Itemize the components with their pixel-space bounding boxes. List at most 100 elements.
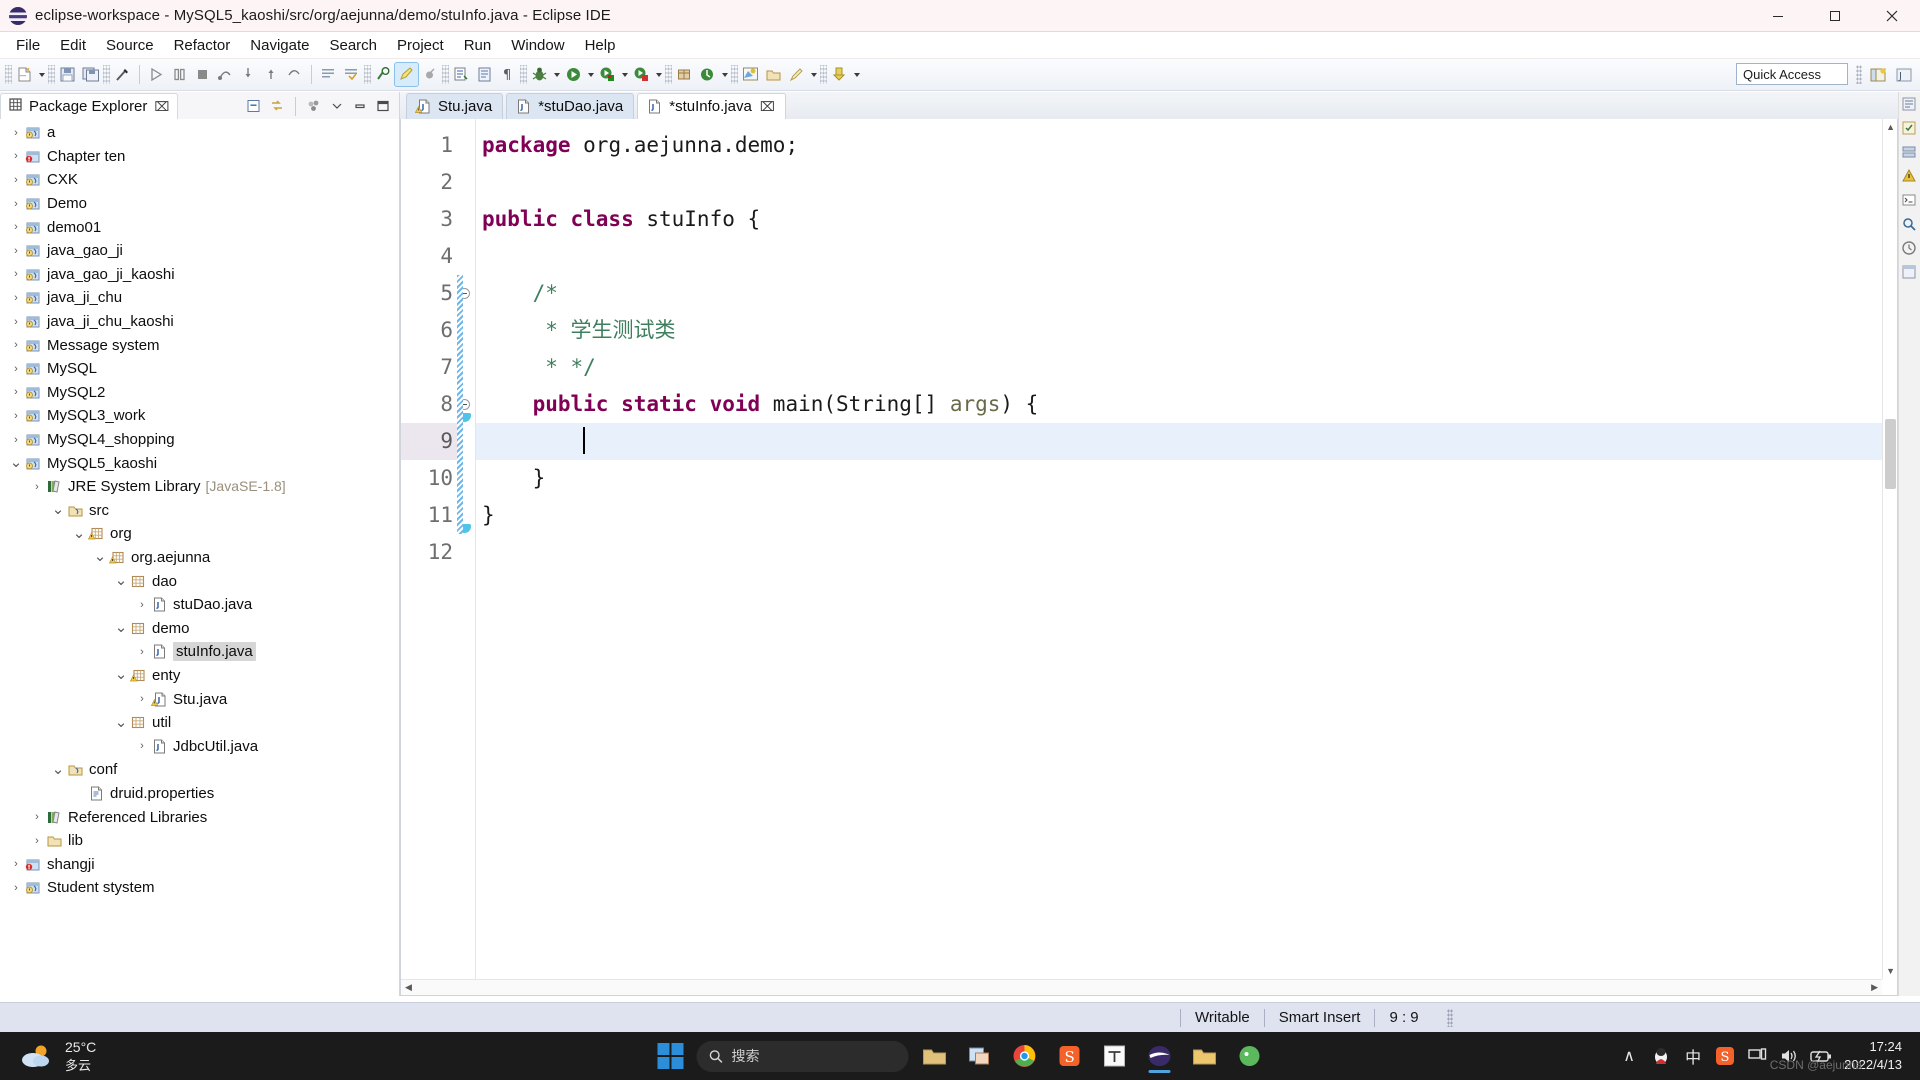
run-configurations-dropdown[interactable]: [619, 63, 630, 86]
open-resource-button[interactable]: [762, 63, 785, 86]
chevron-down-icon[interactable]: ⌄: [50, 502, 66, 517]
debug-dropdown[interactable]: [551, 63, 562, 86]
tree-item-src[interactable]: ⌄ src: [0, 499, 399, 523]
quick-access-input[interactable]: Quick Access: [1736, 63, 1848, 85]
folding-cell[interactable]: [457, 127, 475, 164]
close-icon[interactable]: ⌧: [760, 99, 775, 115]
servers-view-icon[interactable]: [1901, 144, 1919, 162]
tree-item-message-system[interactable]: › Message system: [0, 333, 399, 357]
tree-item-mysql3-work[interactable]: › MySQL3_work: [0, 404, 399, 428]
ime-indicator[interactable]: 中: [1678, 1041, 1708, 1071]
download-button[interactable]: [828, 63, 851, 86]
chevron-right-icon[interactable]: ›: [134, 599, 150, 611]
save-button[interactable]: [56, 63, 79, 86]
chevron-right-icon[interactable]: ›: [8, 127, 24, 139]
tree-item-org[interactable]: ⌄ org: [0, 522, 399, 546]
tree-item-referenced-libraries[interactable]: › Referenced Libraries: [0, 805, 399, 829]
quick-fix-button[interactable]: [111, 63, 134, 86]
chevron-right-icon[interactable]: ›: [8, 292, 24, 304]
console-view-icon[interactable]: [1901, 192, 1919, 210]
chevron-right-icon[interactable]: ›: [134, 646, 150, 658]
tree-item-demo[interactable]: › Demo: [0, 192, 399, 216]
editor-tab-studao-java[interactable]: *stuDao.java: [506, 93, 635, 119]
history-view-icon[interactable]: [1901, 240, 1919, 258]
open-perspective-button[interactable]: [739, 63, 762, 86]
folding-cell[interactable]: [457, 164, 475, 201]
open-type-button[interactable]: [317, 63, 340, 86]
search-button[interactable]: [372, 63, 395, 86]
editor-tab-stuinfo-java[interactable]: *stuInfo.java ⌧: [637, 93, 786, 119]
new-wizard-button[interactable]: [13, 63, 36, 86]
maximize-button[interactable]: [1806, 0, 1863, 32]
tree-item-student-stystem[interactable]: › Student stystem: [0, 876, 399, 900]
editor-tab-stu-java[interactable]: Stu.java: [406, 93, 504, 119]
chevron-right-icon[interactable]: ›: [8, 245, 24, 257]
toggle-mark-occurrences-button[interactable]: [394, 62, 419, 87]
taskbar-wechat-dev[interactable]: [1231, 1037, 1269, 1075]
chevron-right-icon[interactable]: ›: [8, 174, 24, 186]
tree-item-shangji[interactable]: › shangji: [0, 852, 399, 876]
toolbar-drag-handle[interactable]: [5, 65, 12, 84]
coverage-dropdown[interactable]: [653, 63, 664, 86]
menu-search[interactable]: Search: [319, 34, 387, 57]
chevron-right-icon[interactable]: ›: [8, 858, 24, 870]
chevron-down-icon[interactable]: ⌄: [113, 620, 129, 635]
tree-item-cxk[interactable]: › CXK: [0, 168, 399, 192]
run-dropdown[interactable]: [585, 63, 596, 86]
chevron-right-icon[interactable]: ›: [8, 434, 24, 446]
menu-file[interactable]: File: [6, 34, 50, 57]
resume-button[interactable]: [283, 63, 306, 86]
quick-access-grip[interactable]: [1856, 65, 1862, 84]
menu-refactor[interactable]: Refactor: [164, 34, 241, 57]
last-edit-location-button[interactable]: [418, 63, 441, 86]
chevron-right-icon[interactable]: ›: [8, 150, 24, 162]
close-button[interactable]: [1863, 0, 1920, 32]
tree-item-druid-properties[interactable]: druid.properties: [0, 782, 399, 806]
tree-item-stu-java[interactable]: › Stu.java: [0, 687, 399, 711]
open-task-button[interactable]: [340, 63, 363, 86]
new-package-button[interactable]: [673, 63, 696, 86]
chevron-down-icon[interactable]: ⌄: [113, 667, 129, 682]
tree-item-java-ji-chu-kaoshi[interactable]: › java_ji_chu_kaoshi: [0, 310, 399, 334]
customize-perspective-dropdown[interactable]: [808, 63, 819, 86]
step-return-button[interactable]: [260, 63, 283, 86]
chevron-right-icon[interactable]: ›: [29, 835, 45, 847]
tree-item-studao-java[interactable]: › stuDao.java: [0, 593, 399, 617]
menu-project[interactable]: Project: [387, 34, 454, 57]
minimize-view-button[interactable]: [327, 96, 347, 116]
run-configurations-button[interactable]: [596, 63, 619, 86]
chevron-right-icon[interactable]: ›: [8, 198, 24, 210]
outline-view-icon[interactable]: [1901, 96, 1919, 114]
taskbar-weather-widget[interactable]: 25°C 多云: [20, 1038, 96, 1074]
project-tree[interactable]: › a › Chapter ten › CXK › Demo › demo01 › java_gao_…: [0, 119, 399, 996]
java-perspective-icon[interactable]: J: [1892, 63, 1916, 86]
qq-tray-icon[interactable]: [1646, 1041, 1676, 1071]
taskbar-eclipse[interactable]: [1141, 1037, 1179, 1075]
tree-item-mysql2[interactable]: › MySQL2: [0, 381, 399, 405]
taskbar-folder[interactable]: [1186, 1037, 1224, 1075]
problems-view-icon[interactable]: [1901, 168, 1919, 186]
customize-perspective-button[interactable]: [785, 63, 808, 86]
tree-item-conf[interactable]: ⌄ conf: [0, 758, 399, 782]
network-icon[interactable]: [1742, 1041, 1772, 1071]
start-button[interactable]: [652, 1037, 690, 1075]
link-with-editor-button[interactable]: [267, 96, 287, 116]
debug-button[interactable]: [528, 63, 551, 86]
new-wizard-dropdown[interactable]: [36, 63, 47, 86]
tree-item-enty[interactable]: ⌄ enty: [0, 664, 399, 688]
step-over-button[interactable]: [214, 63, 237, 86]
chevron-right-icon[interactable]: ›: [29, 811, 45, 823]
chevron-down-icon[interactable]: ⌄: [8, 455, 24, 470]
taskbar-typora[interactable]: [1096, 1037, 1134, 1075]
tab-package-explorer[interactable]: Package Explorer ⌧: [0, 93, 179, 119]
editor-horizontal-scrollbar[interactable]: ◀ ▶: [401, 979, 1882, 995]
search-view-icon[interactable]: [1901, 216, 1919, 234]
vertical-scroll-thumb[interactable]: [1885, 419, 1896, 489]
chevron-right-icon[interactable]: ›: [8, 268, 24, 280]
next-annotation-button[interactable]: [450, 63, 473, 86]
scroll-right-icon[interactable]: ▶: [1871, 982, 1878, 993]
coverage-button[interactable]: [630, 63, 653, 86]
taskbar-search[interactable]: 搜索: [696, 1040, 909, 1072]
tree-item-java-gao-ji-kaoshi[interactable]: › java_gao_ji_kaoshi: [0, 263, 399, 287]
run-button[interactable]: [562, 63, 585, 86]
